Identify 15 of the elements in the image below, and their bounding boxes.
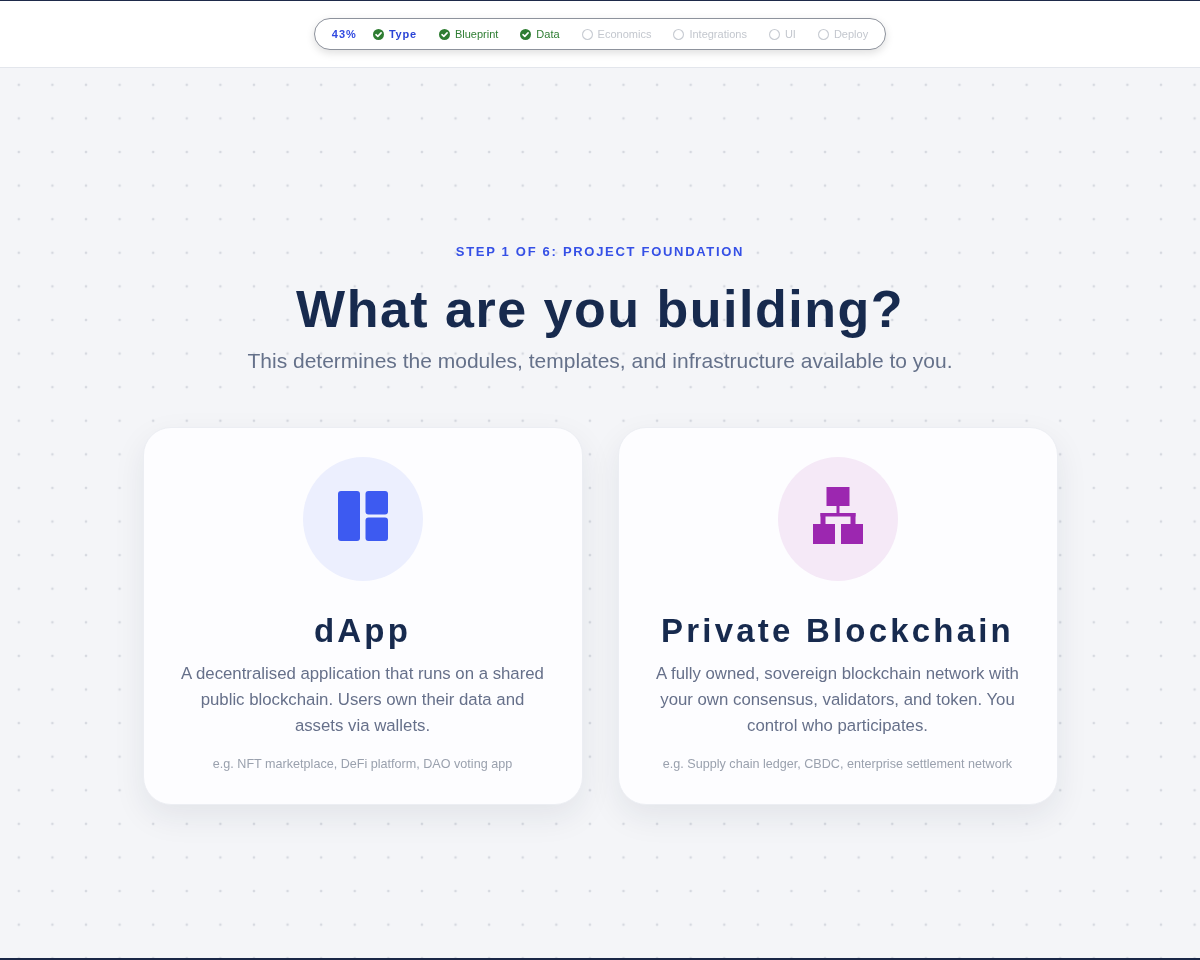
step-tab[interactable]: Type xyxy=(372,28,417,40)
step-label: STEP 1 OF 6: PROJECT FOUNDATION xyxy=(455,243,745,261)
option-title: Private Blockchain xyxy=(661,611,1014,651)
option-examples: e.g. Supply chain ledger, CBDC, enterprise settlement network xyxy=(662,755,1013,773)
option-description: A decentralised application that runs on a shared public blockchain. Users own their data and assets via wallets. xyxy=(180,662,545,737)
page-subtitle: This determines the modules, templates, and infrastructure available to you. xyxy=(247,347,953,374)
step-tab[interactable]: Data xyxy=(520,28,560,40)
option-card[interactable]: dApp A decentralised application that runs on a shared public blockchain. Users own their data and assets via wallets. e.g. NFT marketplace, DeFi platform, DAO voting app xyxy=(142,427,583,805)
option-description: A fully owned, sovereign blockchain network with your own consensus, validators, and token. You control who participates. xyxy=(655,662,1020,737)
page-title: What are you building? xyxy=(296,280,904,338)
step-tab[interactable]: Blueprint xyxy=(438,28,499,40)
option-card[interactable] xyxy=(617,427,1058,805)
option-title: dApp xyxy=(313,611,412,651)
option-examples: e.g. NFT marketplace, DeFi platform, DAO voting app xyxy=(212,755,513,773)
progress-percent: 43% xyxy=(331,28,357,40)
